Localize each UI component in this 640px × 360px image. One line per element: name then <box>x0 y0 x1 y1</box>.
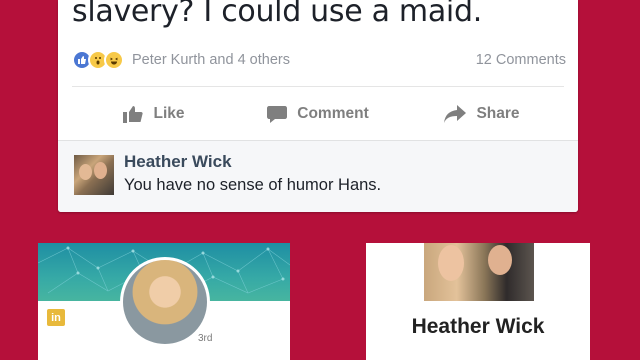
share-label: Share <box>476 105 520 122</box>
haha-icon <box>104 50 124 70</box>
facebook-post-card: slavery? I could use a maid. Peter Kurth… <box>58 0 578 212</box>
profile-photo[interactable] <box>120 257 210 347</box>
comment-button[interactable]: Comment <box>236 94 400 134</box>
comment-text: You have no sense of humor Hans. <box>124 176 382 194</box>
share-arrow-icon <box>444 105 467 123</box>
share-button[interactable]: Share <box>400 94 564 134</box>
comment-label: Comment <box>297 105 369 122</box>
like-button[interactable]: Like <box>72 94 236 134</box>
reaction-summary[interactable]: Peter Kurth and 4 others 12 Comments <box>72 48 566 72</box>
reaction-names[interactable]: Peter Kurth and 4 others <box>132 52 290 68</box>
comment-icon <box>267 106 288 123</box>
post-actions: Like Comment Share <box>72 94 564 134</box>
connection-degree: 3rd <box>198 333 213 344</box>
comment-count-link[interactable]: 12 Comments <box>476 52 566 68</box>
reaction-icons <box>72 50 124 70</box>
post-text: slavery? I could use a maid. <box>72 0 482 29</box>
comment-item: Heather Wick You have no sense of humor … <box>58 140 578 212</box>
linkedin-logo-icon: in <box>47 309 65 326</box>
divider <box>72 86 564 87</box>
profile-name[interactable]: Heather Wick <box>366 315 590 339</box>
like-label: Like <box>153 105 185 122</box>
commenter-name[interactable]: Heather Wick <box>124 152 232 172</box>
profile-card: Heather Wick <box>366 243 590 360</box>
linkedin-profile-card: in 3rd <box>38 243 290 360</box>
profile-photo[interactable] <box>424 243 534 301</box>
thumbs-up-icon <box>123 106 144 123</box>
commenter-avatar[interactable] <box>74 155 114 195</box>
